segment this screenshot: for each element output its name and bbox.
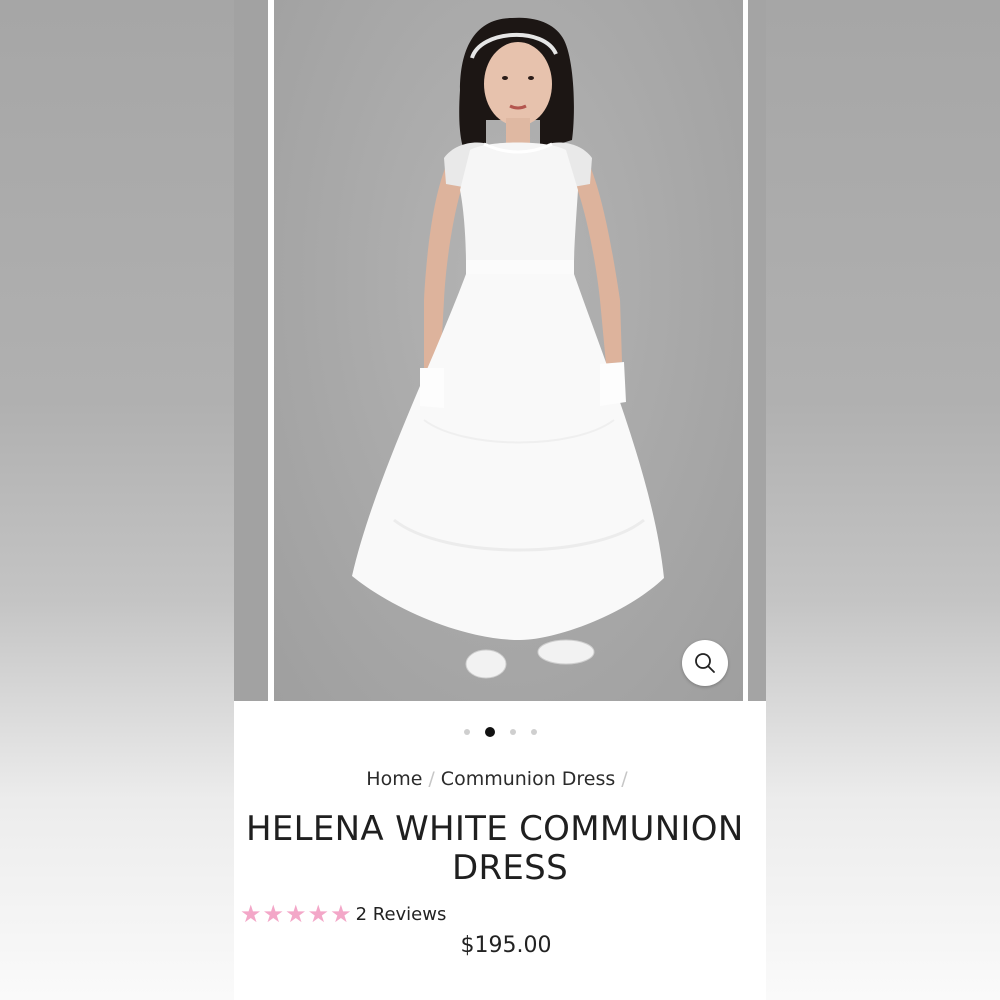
product-page: Home / Communion Dress / HELENA WHITE COMMU…	[234, 0, 766, 1000]
product-title: HELENA WHITE COMMUNION DRESS	[246, 810, 766, 888]
product-title-line1: HELENA WHITE COMMUNION	[246, 809, 744, 849]
carousel-dot[interactable]	[463, 729, 470, 735]
background-blur-left	[0, 0, 234, 1000]
breadcrumb-home-link[interactable]: Home	[366, 768, 422, 790]
next-slide-peek[interactable]	[748, 0, 766, 701]
zoom-button[interactable]	[682, 640, 728, 686]
breadcrumb-separator: /	[428, 768, 435, 790]
carousel-dot-active[interactable]	[484, 727, 495, 737]
reviews-count-link[interactable]: 2 Reviews	[356, 904, 447, 925]
rating-summary[interactable]: ★ ★ ★ ★ ★ 2 Reviews	[240, 901, 446, 927]
star-icon: ★	[307, 900, 330, 928]
product-image[interactable]	[274, 0, 743, 701]
carousel-pagination	[234, 726, 766, 738]
star-icon: ★	[285, 900, 307, 928]
breadcrumb-separator: /	[621, 768, 628, 790]
product-image-carousel[interactable]	[234, 0, 766, 701]
breadcrumb-category-link[interactable]: Communion Dress	[441, 768, 616, 790]
previous-slide-peek[interactable]	[234, 0, 268, 701]
star-icon: ★	[262, 900, 285, 928]
star-icon: ★	[330, 900, 352, 928]
search-icon	[695, 653, 715, 673]
carousel-dot[interactable]	[509, 729, 516, 735]
product-title-line2: DRESS	[452, 848, 568, 888]
breadcrumb: Home / Communion Dress /	[234, 768, 766, 790]
product-price: $195.00	[460, 933, 552, 958]
carousel-dot[interactable]	[530, 729, 537, 735]
star-icon: ★	[240, 900, 262, 928]
background-blur-right	[766, 0, 1000, 1000]
dress-model-illustration	[352, 17, 664, 679]
